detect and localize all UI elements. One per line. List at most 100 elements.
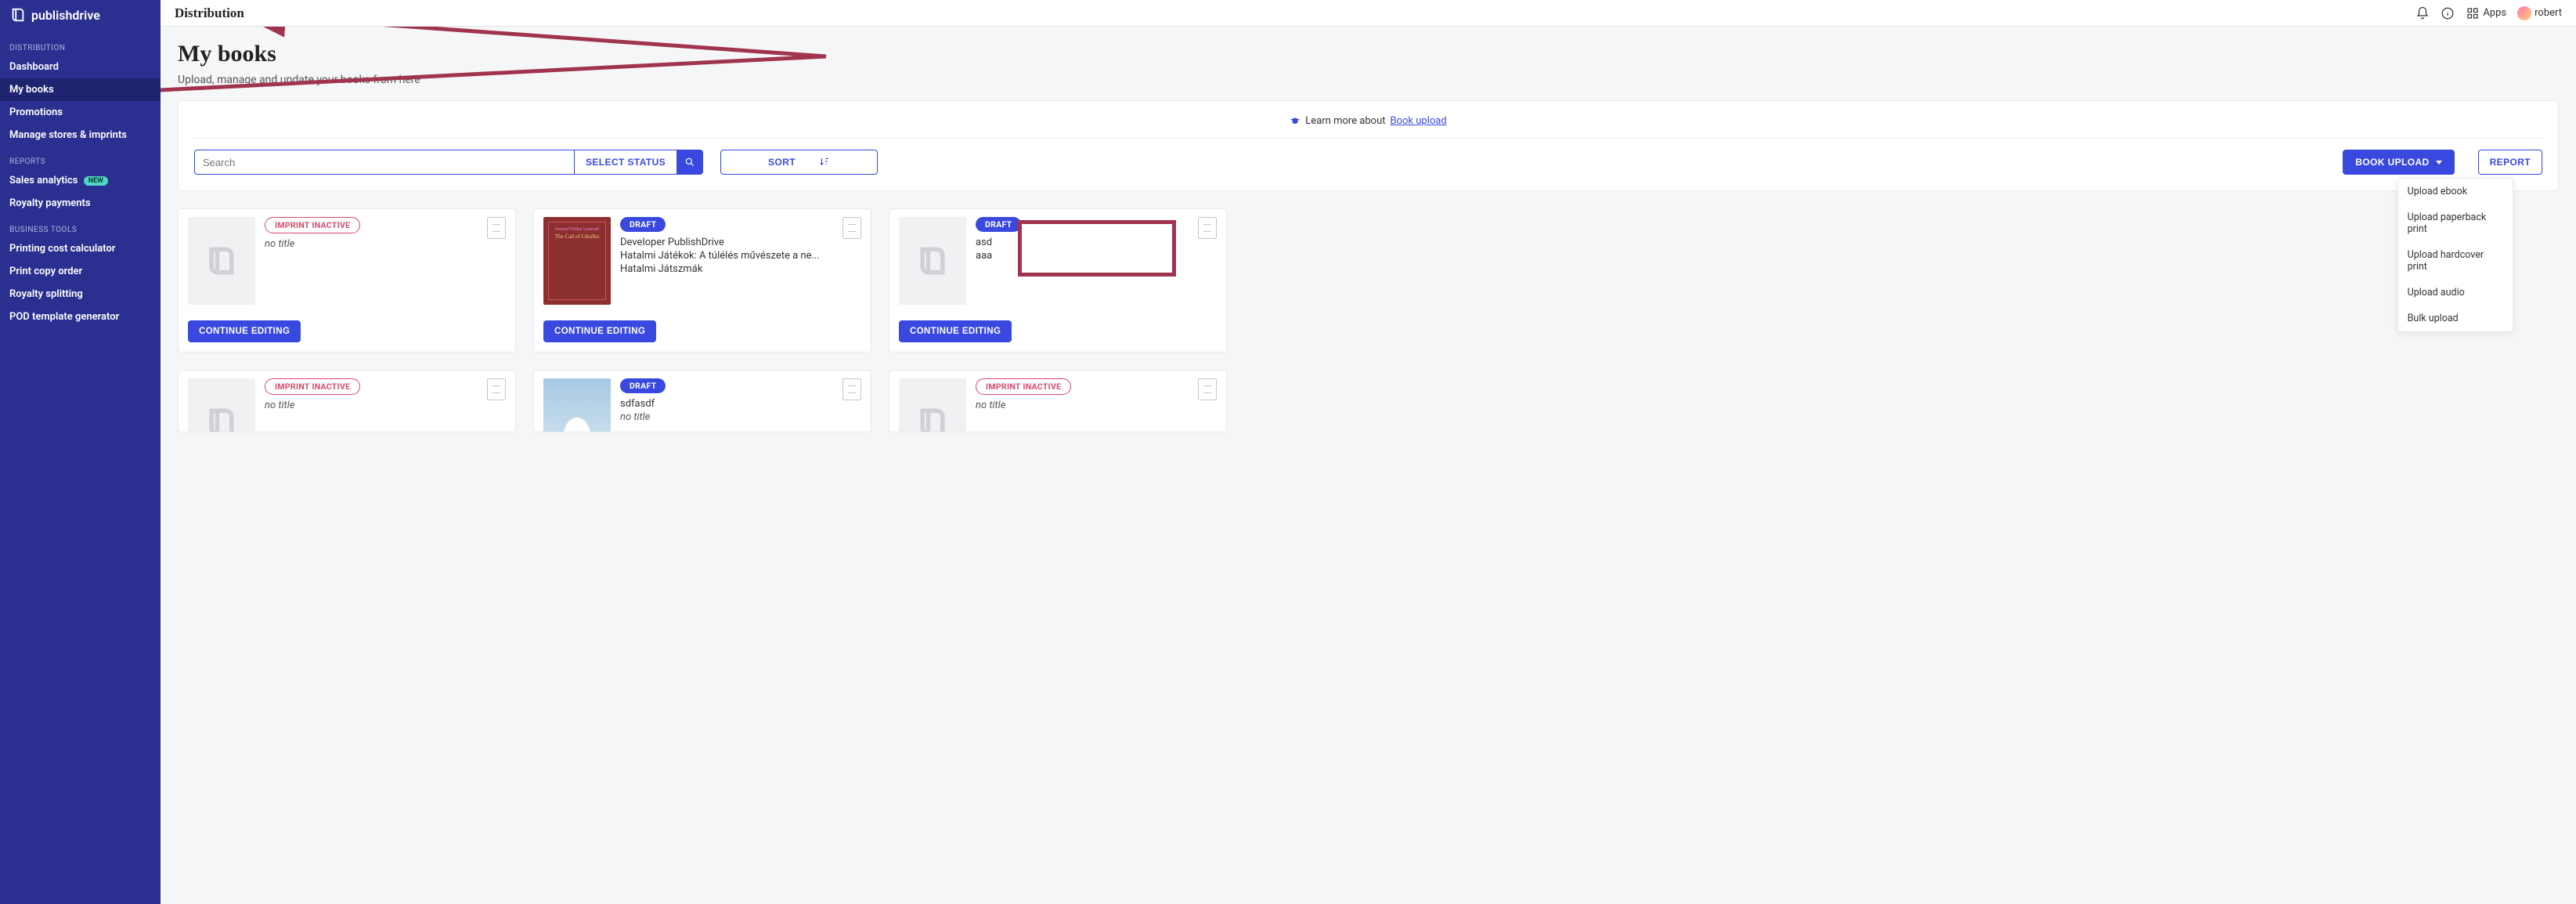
book-title: no title: [976, 400, 1189, 411]
avatar: [2517, 6, 2531, 20]
sidebar-section-reports: REPORTS: [0, 146, 161, 169]
book-cards-row: IMPRINT INACTIVE no title DRAFT sdfasdf …: [178, 370, 2559, 432]
status-badge: DRAFT: [620, 378, 666, 393]
sidebar-item-royalty-payments[interactable]: Royalty payments: [0, 192, 161, 215]
upload-menu-item-hardcover[interactable]: Upload hardcover print: [2398, 242, 2513, 280]
book-card: IMPRINT INACTIVE no title: [889, 370, 1227, 432]
placeholder-logo-icon: [204, 405, 239, 432]
book-title: no title: [265, 238, 478, 250]
apps-button[interactable]: Apps: [2466, 6, 2506, 20]
sidebar-item-royalty-splitting[interactable]: Royalty splitting: [0, 283, 161, 306]
status-badge: IMPRINT INACTIVE: [265, 217, 360, 233]
sidebar-item-label: Sales analytics: [9, 175, 78, 186]
placeholder-logo-icon: [915, 405, 950, 432]
book-card: DRAFT sdfasdf no title: [533, 370, 871, 432]
book-cover: Howard Phillips Lovecraft The Call of Ct…: [543, 217, 611, 305]
book-upload-button[interactable]: BOOK UPLOAD: [2343, 150, 2454, 175]
topbar: Distribution Apps robert: [161, 0, 2576, 27]
status-badge: IMPRINT INACTIVE: [265, 378, 360, 395]
format-icon: [487, 378, 506, 400]
sidebar-item-print-copy-order[interactable]: Print copy order: [0, 260, 161, 283]
graduation-cap-icon: [1290, 116, 1301, 127]
book-card: IMPRINT INACTIVE no title: [178, 370, 516, 432]
brand-name: publishdrive: [31, 8, 100, 23]
learn-prefix: Learn more about: [1305, 115, 1385, 127]
continue-editing-button[interactable]: CONTINUE EDITING: [188, 320, 301, 342]
help-button[interactable]: [2441, 6, 2455, 20]
upload-menu-item-ebook[interactable]: Upload ebook: [2398, 179, 2513, 204]
apps-label: Apps: [2483, 7, 2506, 19]
book-title: asd: [976, 237, 1189, 248]
book-title: no title: [265, 400, 478, 411]
breadcrumb: Distribution: [175, 5, 244, 21]
report-button[interactable]: REPORT: [2478, 150, 2542, 175]
book-card: IMPRINT INACTIVE no title CONTINUE EDITI…: [178, 208, 516, 353]
search-input[interactable]: [194, 150, 574, 175]
search-group: SELECT STATUS: [194, 150, 703, 175]
book-subtitle: aaa: [976, 250, 1189, 262]
upload-menu-item-audio[interactable]: Upload audio: [2398, 280, 2513, 306]
continue-editing-button[interactable]: CONTINUE EDITING: [543, 320, 656, 342]
status-badge: IMPRINT INACTIVE: [976, 378, 1071, 395]
controls-panel: Learn more about Book upload SELECT STAT…: [178, 100, 2559, 191]
select-status-button[interactable]: SELECT STATUS: [574, 150, 676, 175]
sidebar-item-my-books[interactable]: My books: [0, 78, 161, 101]
sidebar-item-manage-stores[interactable]: Manage stores & imprints: [0, 124, 161, 146]
chevron-down-icon: [2436, 161, 2442, 165]
book-cover-placeholder: [899, 217, 966, 305]
upload-menu-item-paperback[interactable]: Upload paperback print: [2398, 204, 2513, 242]
format-icon: [1198, 378, 1217, 400]
learn-more-row: Learn more about Book upload: [194, 115, 2542, 139]
book-cards-row: IMPRINT INACTIVE no title CONTINUE EDITI…: [178, 208, 2559, 353]
book-series: Hatalmi Játszmák: [620, 263, 833, 275]
page-subtitle: Upload, manage and update your books fro…: [178, 74, 2559, 86]
user-menu[interactable]: robert: [2517, 6, 2562, 20]
upload-menu-item-bulk[interactable]: Bulk upload: [2398, 306, 2513, 331]
format-icon: [1198, 217, 1217, 239]
apps-icon: [2466, 6, 2480, 20]
book-cover-placeholder: [188, 217, 255, 305]
sidebar-item-sales-analytics[interactable]: Sales analytics NEW: [0, 169, 161, 192]
placeholder-logo-icon: [204, 244, 239, 278]
user-name: robert: [2535, 7, 2562, 19]
book-upload-label: BOOK UPLOAD: [2355, 157, 2429, 168]
content: My books Upload, manage and update your …: [161, 27, 2576, 904]
status-badge: DRAFT: [620, 217, 666, 232]
sidebar: publishdrive DISTRIBUTION Dashboard My b…: [0, 0, 161, 904]
cover-author: Howard Phillips Lovecraft: [555, 227, 600, 232]
book-title: sdfasdf: [620, 398, 833, 410]
new-badge: NEW: [84, 176, 108, 186]
book-card: DRAFT asd aaa CONTINUE EDITING: [889, 208, 1227, 353]
format-icon: [842, 217, 861, 239]
bell-icon: [2415, 6, 2430, 20]
format-icon: [487, 217, 506, 239]
placeholder-logo-icon: [915, 244, 950, 278]
book-cover: [543, 378, 611, 432]
sidebar-item-printing-cost[interactable]: Printing cost calculator: [0, 237, 161, 260]
status-badge: DRAFT: [976, 217, 1021, 232]
sidebar-item-promotions[interactable]: Promotions: [0, 101, 161, 124]
format-icon: [842, 378, 861, 400]
book-cover-placeholder: [188, 378, 255, 432]
sort-button[interactable]: SORT: [720, 150, 878, 175]
sort-icon: [819, 156, 830, 169]
search-icon: [684, 157, 695, 168]
sidebar-item-pod-template[interactable]: POD template generator: [0, 306, 161, 328]
continue-editing-button[interactable]: CONTINUE EDITING: [899, 320, 1012, 342]
book-upload-menu: Upload ebook Upload paperback print Uplo…: [2397, 178, 2513, 332]
book-title: Hatalmi Játékok: A túlélés művészete a n…: [620, 250, 833, 262]
logo-icon: [9, 6, 27, 24]
book-author: Developer PublishDrive: [620, 237, 833, 248]
info-icon: [2441, 6, 2455, 20]
search-button[interactable]: [676, 150, 703, 175]
brand[interactable]: publishdrive: [0, 0, 161, 33]
book-subtitle: no title: [620, 411, 833, 423]
sidebar-section-business-tools: BUSINESS TOOLS: [0, 215, 161, 237]
notifications-button[interactable]: [2415, 6, 2430, 20]
page-title: My books: [178, 41, 2559, 67]
sort-label: SORT: [768, 157, 796, 168]
sidebar-section-distribution: DISTRIBUTION: [0, 33, 161, 56]
sidebar-item-dashboard[interactable]: Dashboard: [0, 56, 161, 78]
cover-title: The Call of Cthulhu: [555, 233, 599, 240]
learn-link[interactable]: Book upload: [1391, 115, 1447, 127]
